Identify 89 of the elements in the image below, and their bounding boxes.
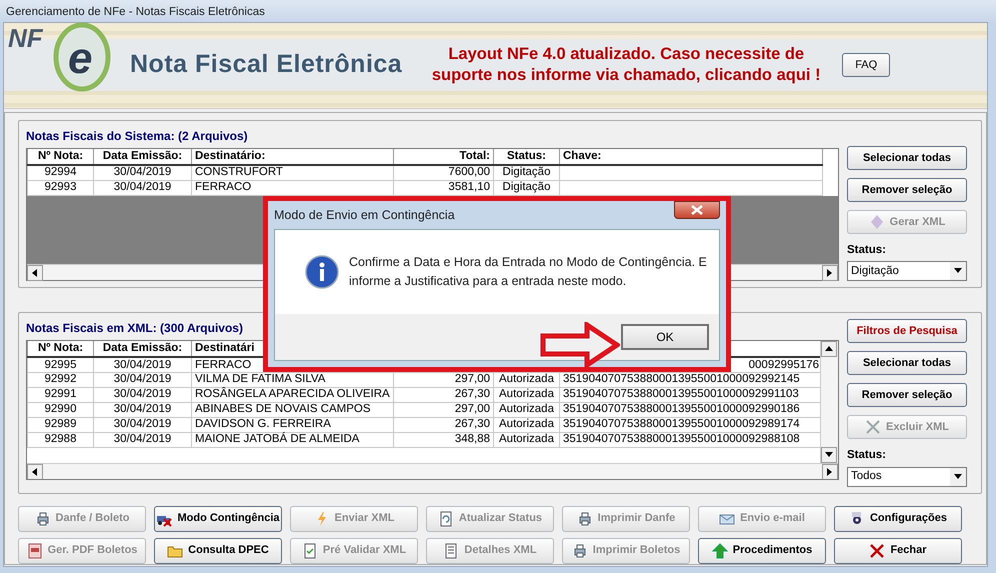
status-label: Status: — [847, 243, 887, 258]
right-arrow-icon — [827, 269, 833, 277]
column-header: Data Emissão: — [94, 149, 192, 165]
action-button[interactable]: Modo Contingência — [154, 506, 282, 532]
status-dropdown[interactable]: Digitação — [847, 261, 967, 282]
banner-title: Nota Fiscal Eletrônica — [130, 49, 402, 80]
printer-icon — [576, 510, 593, 526]
table-cell: 7600,00 — [394, 165, 494, 180]
close-icon — [865, 419, 882, 436]
table-cell: 30/04/2019 — [94, 372, 192, 388]
table-cell: 3581,10 — [394, 180, 494, 195]
table-cell: ABINABES DE NOVAIS CAMPOS — [192, 402, 394, 418]
panel-title: Notas Fiscais do Sistema: (2 Arquivos) — [26, 128, 248, 145]
up-arrow-icon — [825, 346, 833, 352]
action-button[interactable]: Selecionar todas — [847, 146, 967, 170]
table-cell: 92995 — [28, 357, 94, 372]
table-cell: 30/04/2019 — [94, 165, 192, 180]
horizontal-scrollbar[interactable] — [27, 463, 838, 480]
action-button[interactable]: Filtros de Pesquisa — [847, 319, 967, 344]
ok-button[interactable]: OK — [621, 324, 709, 350]
column-header: Data Emissão: — [94, 341, 192, 358]
table-cell: FERRACO — [192, 180, 394, 195]
column-header: Total: — [394, 149, 494, 165]
dialog-title: Modo de Envio em Contingência — [274, 206, 455, 224]
table-cell: 267,30 — [394, 387, 494, 402]
table-cell: 92994 — [28, 165, 94, 180]
close-icon — [691, 205, 703, 215]
table-cell: 30/04/2019 — [94, 417, 192, 432]
table-cell: 30/04/2019 — [94, 387, 192, 402]
table-cell: Autorizada — [494, 432, 560, 448]
down-arrow-icon — [825, 452, 833, 458]
table-cell: 30/04/2019 — [94, 432, 192, 448]
action-button[interactable]: Configurações — [834, 506, 962, 532]
action-button[interactable]: Remover seleção — [847, 178, 967, 202]
panel-title: Notas Fiscais em XML: (300 Arquivos) — [26, 320, 243, 338]
table-cell: 348,88 — [394, 432, 494, 448]
printer-icon — [34, 510, 51, 526]
action-button[interactable]: Consulta DPEC — [154, 538, 282, 564]
document-list-icon — [443, 542, 460, 558]
table-cell: DAVIDSON G. FERREIRA — [192, 417, 394, 432]
pdf-icon — [26, 542, 43, 558]
left-arrow-icon — [32, 269, 38, 277]
column-header: Nº Nota: — [28, 149, 94, 165]
action-button[interactable]: Remover seleção — [847, 383, 967, 408]
table-cell: Autorizada — [494, 402, 560, 418]
right-arrow-icon — [827, 468, 833, 476]
table-cell: Digitação — [494, 165, 560, 180]
close-button[interactable] — [674, 201, 720, 219]
table-cell: 30/04/2019 — [94, 357, 192, 372]
support-notice[interactable]: Layout NFe 4.0 atualizado. Caso necessite de suporte nos informe via chamado, clicando aqui ! — [426, 44, 826, 86]
vertical-scrollbar[interactable] — [820, 341, 838, 464]
dropdown-arrow-icon — [954, 268, 962, 274]
table-cell: 92993 — [28, 180, 94, 195]
table-cell: Autorizada — [494, 417, 560, 432]
faq-button[interactable]: FAQ — [842, 53, 890, 77]
table-cell: 92992 — [28, 372, 94, 388]
document-check-icon — [302, 542, 318, 558]
table-cell: 267,30 — [394, 417, 494, 432]
column-header: Destinatário: — [192, 149, 394, 165]
table-cell: 30/04/2019 — [94, 402, 192, 418]
table-cell: 297,00 — [394, 402, 494, 418]
dialog-message: Confirme a Data e Hora da Entrada no Modo de Contingência. E informe a Justificativa para a entrada neste modo. — [349, 254, 707, 290]
status-label: Status: — [847, 448, 887, 464]
close-icon — [869, 542, 886, 558]
table-cell: 92989 — [28, 417, 94, 432]
action-button[interactable]: Selecionar todas — [847, 351, 967, 376]
column-header: Chave: — [560, 149, 822, 165]
printer-icon — [572, 542, 588, 558]
table-cell: Digitação — [494, 180, 560, 195]
dropdown-arrow-icon — [954, 474, 962, 480]
table-cell: 92990 — [28, 402, 94, 418]
action-button[interactable]: Fechar — [834, 538, 962, 564]
table-cell: 92988 — [28, 432, 94, 448]
table-cell: 30/04/2019 — [94, 180, 192, 195]
refresh-icon — [438, 510, 454, 526]
column-header: Status: — [494, 149, 560, 165]
status-dropdown[interactable]: Todos — [847, 466, 967, 486]
info-icon — [305, 255, 339, 289]
table-cell: CONSTRUFORT — [192, 165, 394, 180]
table-cell: 92991 — [28, 387, 94, 402]
table-cell: Autorizada — [494, 387, 560, 402]
up-arrow-icon — [712, 542, 728, 558]
left-arrow-icon — [32, 468, 38, 476]
column-header: Nº Nota: — [28, 341, 94, 358]
table-cell: ROSÂNGELA APARECIDA OLIVEIRA — [192, 387, 394, 402]
action-button[interactable]: Procedimentos — [698, 538, 826, 564]
table-cell: MAIONE JATOBÁ DE ALMEIDA — [192, 432, 394, 448]
diamond-icon — [868, 214, 885, 230]
window-title: Gerenciamento de NFe - Notas Fiscais Eletrônicas — [0, 0, 996, 22]
